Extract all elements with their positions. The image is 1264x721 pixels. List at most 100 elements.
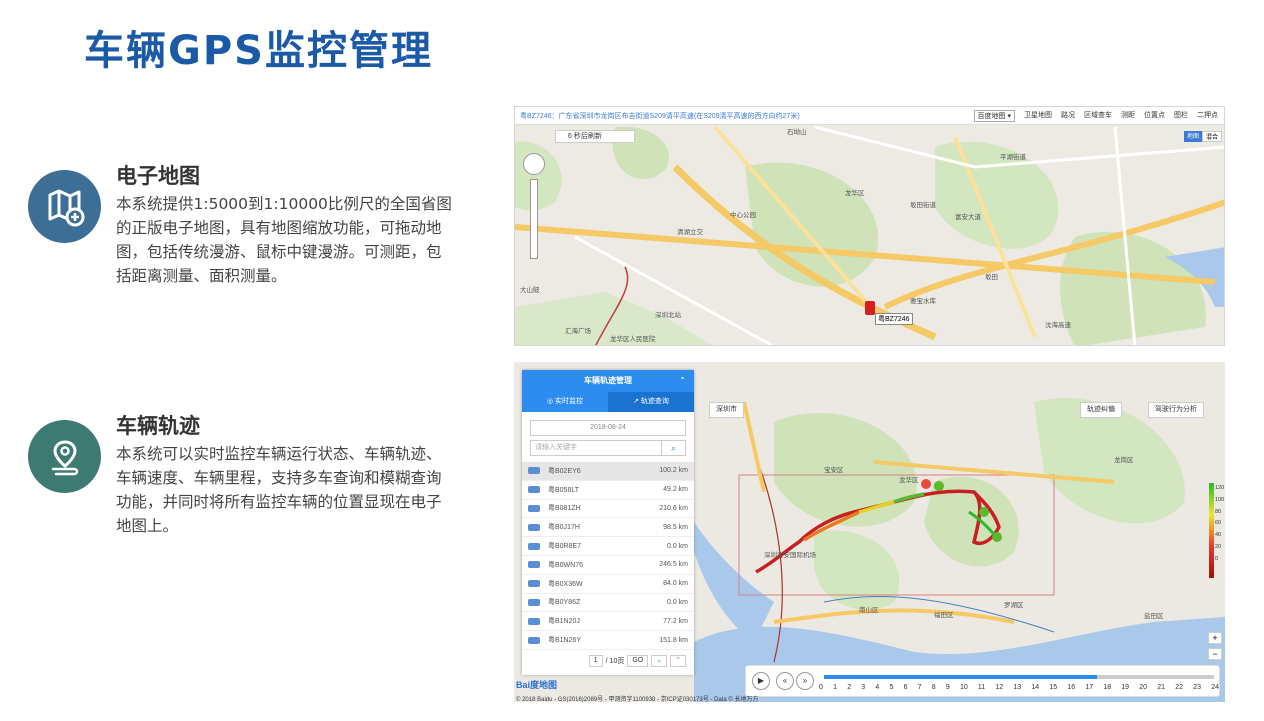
svg-text:深圳北站: 深圳北站: [655, 310, 682, 319]
map-mode-switch[interactable]: 地图 混合: [1183, 131, 1222, 142]
car-icon: [528, 467, 540, 475]
feature-desc: 本系统可以实时监控车辆运行状态、车辆轨迹、车辆速度、车辆里程，支持多车查询和模糊…: [116, 445, 442, 535]
svg-text:大山陂: 大山陂: [520, 285, 540, 294]
list-item[interactable]: 粤B0Y86Z 0.0 km: [522, 594, 694, 613]
tool-position[interactable]: 位置点: [1144, 110, 1165, 122]
car-icon: [528, 636, 540, 644]
legend-tick: 40: [1215, 532, 1222, 539]
feature-title: 电子地图: [116, 164, 200, 188]
car-icon: [528, 504, 540, 512]
map-mode-hybrid[interactable]: 混合: [1201, 131, 1222, 142]
vehicle-marker-icon[interactable]: [865, 301, 875, 315]
legend-tick: 60: [1215, 520, 1222, 527]
place-label: 清湖立交: [677, 227, 704, 236]
rewind-icon[interactable]: «: [776, 672, 794, 690]
vehicle-plate: 粤B0J17H: [548, 524, 580, 532]
list-item[interactable]: 粤B058LT 49.2 km: [522, 481, 694, 500]
timeline-tick: 18: [1103, 684, 1112, 691]
svg-text:盐田区: 盐田区: [1144, 611, 1164, 620]
playback-timeline: ▶ « » 0 1 2 3 4 5 6 7 8 9 10 11 12 13 14 15 16 17 18 19 20 21…: [745, 665, 1220, 697]
driving-behavior-select[interactable]: 驾驶行为分析: [1148, 402, 1204, 418]
chevron-up-icon[interactable]: ⌃: [670, 655, 686, 667]
play-icon[interactable]: ▶: [752, 672, 770, 690]
vehicle-distance: 246.5 km: [659, 561, 688, 569]
map-pan-control[interactable]: [523, 153, 545, 175]
tool-points[interactable]: 二押点: [1197, 110, 1218, 122]
list-item[interactable]: 粤B081ZH 210.6 km: [522, 500, 694, 519]
vehicle-distance: 77.2 km: [663, 617, 688, 625]
timeline-tick: 5: [889, 684, 894, 691]
timeline-slider[interactable]: [824, 675, 1214, 679]
map-zoom-slider[interactable]: [530, 179, 538, 259]
vehicle-distance: 210.6 km: [659, 504, 688, 512]
svg-text:龙华区: 龙华区: [845, 188, 865, 197]
baidu-logo: Bai度地图: [516, 680, 558, 690]
tool-traffic[interactable]: 路况: [1061, 110, 1075, 122]
panel-title-text: 车辆轨迹管理: [584, 376, 632, 385]
feature-title: 车辆轨迹: [116, 414, 200, 438]
car-icon: [528, 580, 540, 588]
fast-forward-icon[interactable]: »: [796, 672, 814, 690]
vehicle-plate: 粤B081ZH: [548, 505, 581, 513]
svg-text:富安大道: 富安大道: [955, 212, 982, 221]
vehicle-distance: 0.0 km: [666, 598, 688, 606]
vehicle-search-input[interactable]: 请输入关键字: [530, 440, 662, 456]
timeline-ticks: 0 1 2 3 4 5 6 7 8 9 10 11 12 13 14 15 16 17 18 19 20 21 22 23 24: [819, 684, 1219, 691]
timeline-tick: 20: [1139, 684, 1148, 691]
list-item[interactable]: 粤B1N26Y 151.8 km: [522, 631, 694, 650]
svg-text:平湖街道: 平湖街道: [1000, 152, 1027, 161]
page-total: / 10页: [605, 658, 625, 665]
collapse-icon[interactable]: ⌃: [679, 370, 686, 392]
chevron-down-icon[interactable]: ⌄: [651, 655, 668, 667]
legend-tick: 120: [1215, 485, 1225, 491]
speed-legend-bar: [1209, 483, 1214, 578]
map-mode-map[interactable]: 地图: [1183, 131, 1202, 142]
timeline-tick: 3: [861, 684, 866, 691]
list-item[interactable]: 粤B0WN76 246.5 km: [522, 556, 694, 575]
car-icon: [528, 598, 540, 606]
zoom-out-button[interactable]: −: [1208, 648, 1222, 660]
list-item[interactable]: 粤B0X36W 84.0 km: [522, 575, 694, 594]
page-title: 车辆GPS监控管理: [84, 28, 433, 74]
svg-text:坂田街道: 坂田街道: [910, 200, 937, 209]
timeline-tick: 6: [903, 684, 908, 691]
map-type-select[interactable]: 百度地图 ▾: [973, 109, 1015, 122]
page-input[interactable]: 1: [588, 655, 603, 667]
city-select[interactable]: 深圳市: [709, 402, 744, 418]
list-item[interactable]: 粤B02EY6 100.2 km: [522, 462, 694, 481]
tool-satellite[interactable]: 卫星地图: [1024, 110, 1052, 122]
timeline-tick: 16: [1067, 684, 1076, 691]
timeline-tick: 9: [945, 684, 950, 691]
vehicle-plate: 粤B1N26Y: [548, 637, 582, 645]
tool-area-search[interactable]: 区域查车: [1084, 110, 1112, 122]
map-copyright: © 2018 Baidu - GS(2016)2089号 - 甲测资字11009…: [516, 697, 759, 703]
list-item[interactable]: 粤B0R8E7 0.0 km: [522, 537, 694, 556]
tab-realtime-monitor[interactable]: ◎ 实时监控: [522, 392, 608, 412]
svg-text:福田区: 福田区: [934, 610, 954, 619]
tool-legend[interactable]: 图栏: [1174, 110, 1188, 122]
list-item[interactable]: 粤B0J17H 98.5 km: [522, 518, 694, 538]
tab-track-query[interactable]: ↗ 轨迹查询: [608, 392, 694, 412]
car-icon: [528, 617, 540, 625]
vehicle-distance: 84.0 km: [663, 580, 688, 588]
panel-title: 车辆轨迹管理 ⌃: [522, 370, 694, 392]
timeline-tick: 24: [1211, 684, 1219, 691]
timeline-tick: 17: [1085, 684, 1094, 691]
track-correct-select[interactable]: 轨迹纠偏: [1080, 402, 1122, 418]
zoom-in-button[interactable]: +: [1208, 632, 1222, 644]
legend-tick: 0: [1215, 555, 1219, 562]
list-item[interactable]: 粤B1N20J 77.2 km: [522, 612, 694, 632]
vehicle-plate: 粤B02EY6: [548, 467, 581, 475]
vehicle-plate: 粤B0Y86Z: [548, 599, 581, 607]
location-route-icon: [28, 420, 101, 493]
go-button[interactable]: GO: [627, 655, 649, 667]
search-icon[interactable]: ⌕: [662, 440, 686, 456]
car-icon: [528, 486, 540, 494]
tool-measure[interactable]: 测距: [1121, 110, 1135, 122]
monitor-icon: ◎: [546, 398, 556, 405]
vehicle-plate: 粤B1N20J: [548, 618, 580, 626]
tab-label: 实时监控: [555, 398, 584, 405]
date-picker[interactable]: 2018-08-24: [530, 420, 686, 436]
car-icon: [528, 523, 540, 531]
vehicle-plate: 粤B0R8E7: [548, 543, 582, 551]
